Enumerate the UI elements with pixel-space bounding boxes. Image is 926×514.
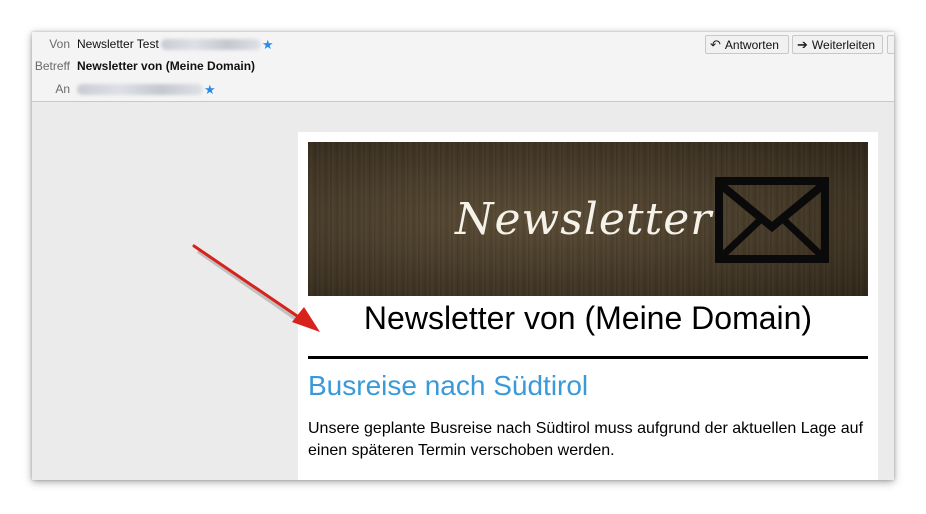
annotation-arrow	[192, 244, 320, 332]
